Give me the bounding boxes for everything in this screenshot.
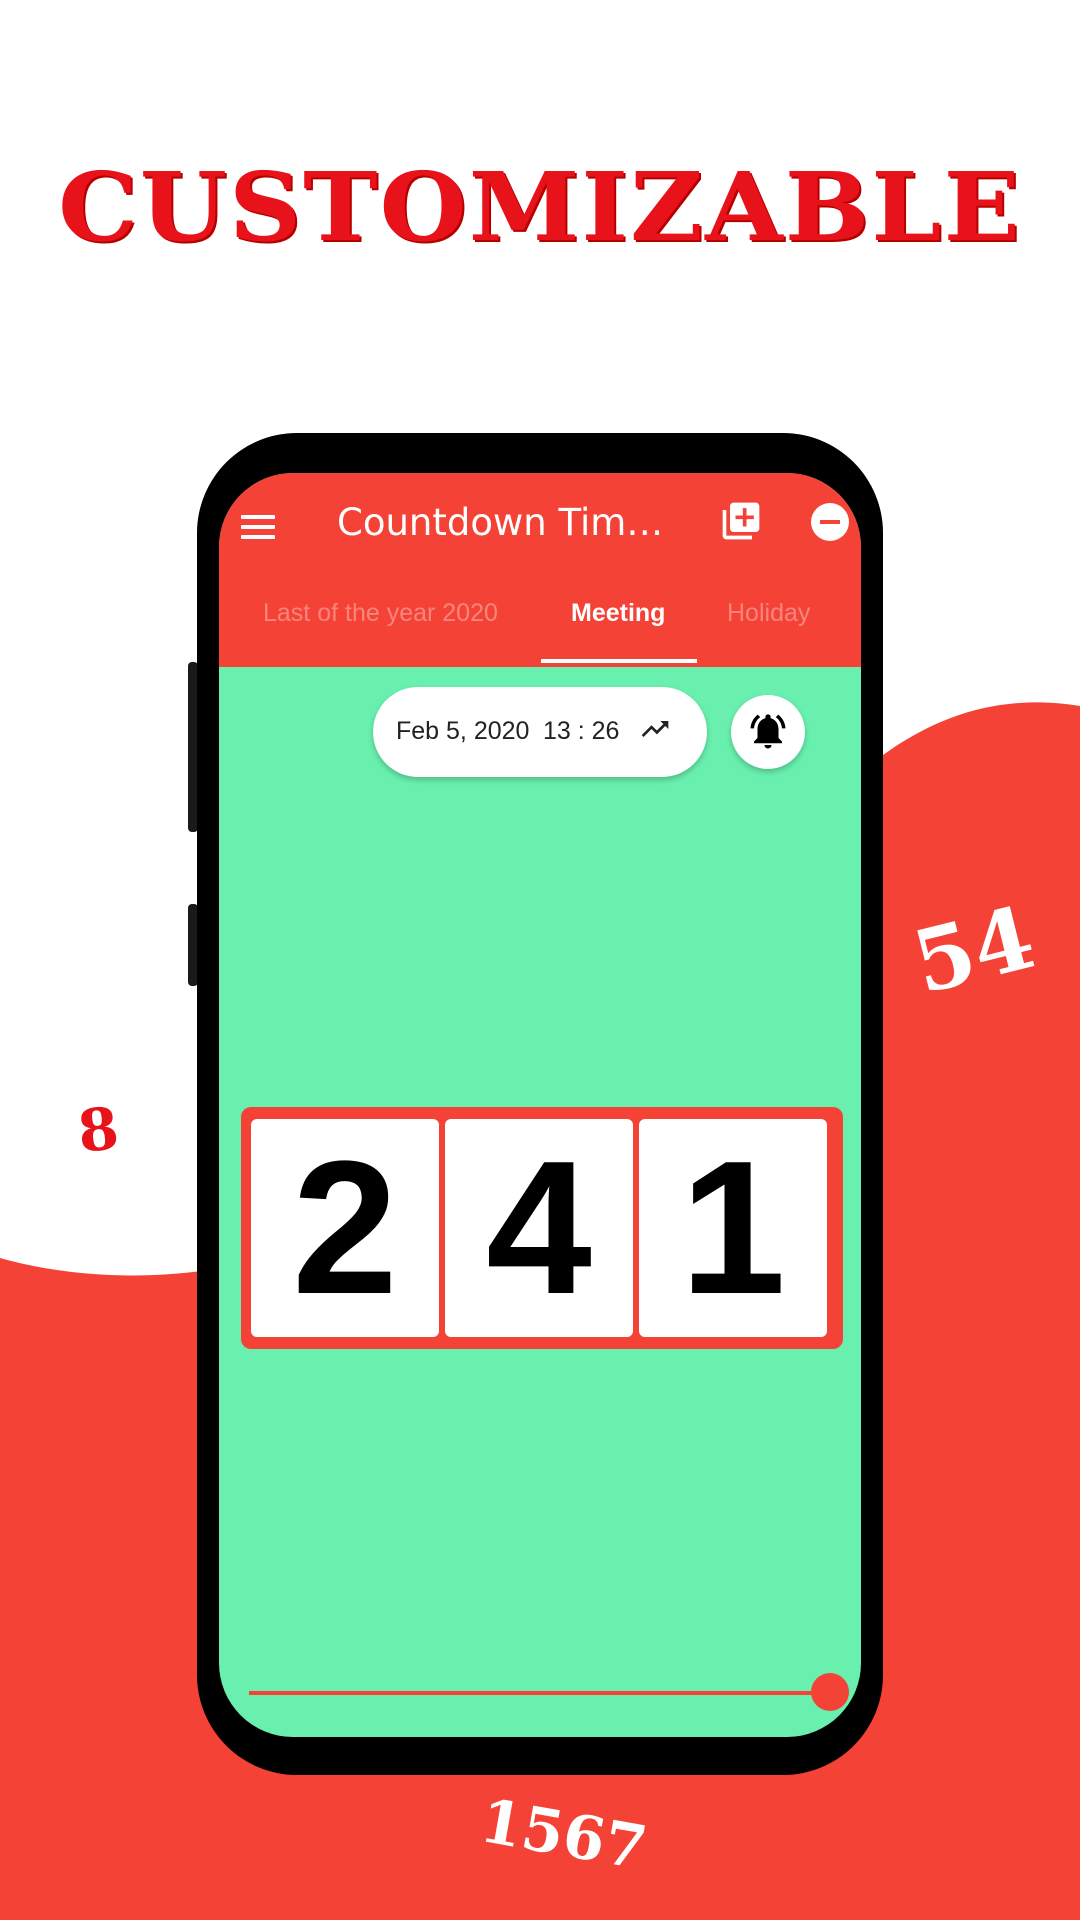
app-bar: Countdown Timer… Last of the year 2020 M… <box>219 473 861 667</box>
progress-track <box>249 1691 833 1695</box>
tab-meeting[interactable]: Meeting <box>571 599 665 628</box>
countdown-digit: 4 <box>445 1119 633 1337</box>
menu-icon[interactable] <box>239 507 279 547</box>
target-time: 13 : 26 <box>543 717 620 745</box>
library-add-icon[interactable] <box>719 499 763 543</box>
headline: CUSTOMIZABLE <box>58 150 1022 264</box>
remove-circle-icon[interactable] <box>811 503 849 541</box>
trending-up-icon <box>641 721 669 737</box>
decor-number-8: 8 <box>74 1094 122 1166</box>
phone-screen: Countdown Timer… Last of the year 2020 M… <box>219 473 861 1737</box>
alarm-button[interactable] <box>731 695 805 769</box>
countdown-digit: 2 <box>251 1119 439 1337</box>
countdown-counter: 2 4 1 <box>241 1107 843 1349</box>
tab-holiday[interactable]: Holiday <box>727 599 810 628</box>
tab-indicator <box>541 659 697 663</box>
progress-slider-thumb[interactable] <box>811 1673 849 1711</box>
alarm-bell-icon <box>750 714 786 749</box>
target-date-chip[interactable]: Feb 5, 2020 13 : 26 <box>373 687 707 777</box>
tab-last-of-the-year[interactable]: Last of the year 2020 <box>263 599 498 628</box>
countdown-digit: 1 <box>639 1119 827 1337</box>
app-title: Countdown Timer… <box>337 501 667 544</box>
phone-frame: Countdown Timer… Last of the year 2020 M… <box>197 433 883 1775</box>
target-date: Feb 5, 2020 <box>396 717 530 745</box>
